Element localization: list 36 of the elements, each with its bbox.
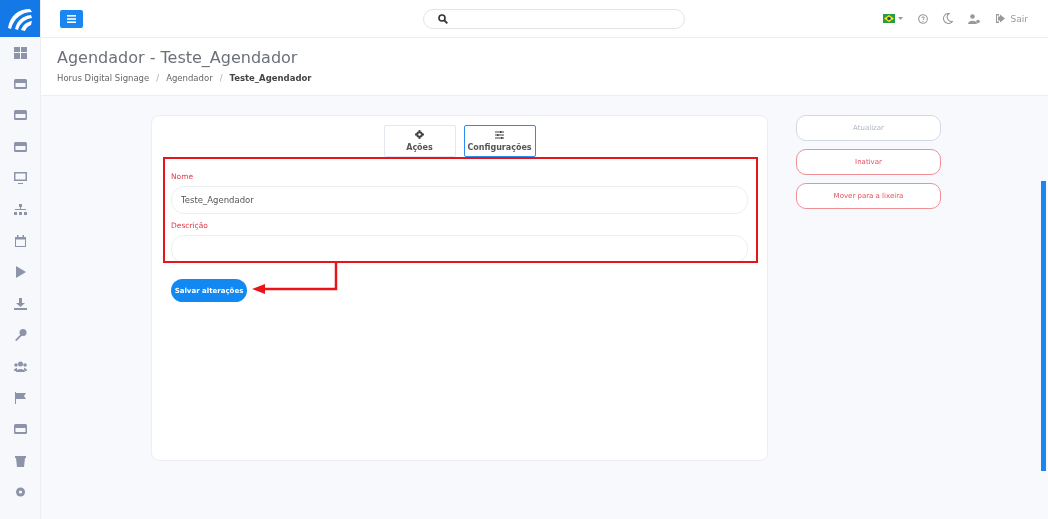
menu-button[interactable]: [60, 9, 83, 28]
caret-icon: [897, 17, 903, 20]
language-dropdown[interactable]: [882, 14, 903, 23]
calendar-icon[interactable]: [13, 235, 27, 248]
tab[interactable]: Ações: [383, 125, 456, 157]
sliders-icon: [495, 130, 504, 139]
menu-icon: [67, 14, 76, 23]
input-field[interactable]: [171, 235, 748, 263]
trash-icon[interactable]: [13, 454, 27, 467]
moon-icon[interactable]: [942, 13, 953, 24]
scrollbar[interactable]: [1041, 181, 1046, 471]
breadcrumb-link[interactable]: Agendador: [166, 73, 213, 83]
logo-icon[interactable]: [0, 0, 40, 37]
drive-icon[interactable]: [13, 423, 27, 436]
tab[interactable]: Configurações: [463, 125, 536, 157]
page-title: Agendador - Teste_Agendador: [57, 48, 299, 67]
breadcrumb-link[interactable]: Horus Digital Signage: [57, 73, 150, 83]
flag-icon: [882, 14, 895, 23]
monitor-icon[interactable]: [13, 172, 27, 185]
breadcrumb-separator: /: [219, 73, 223, 83]
breadcrumb-current: Teste_Agendador: [229, 73, 312, 83]
key-icon[interactable]: [13, 329, 27, 342]
help-icon[interactable]: [917, 13, 928, 24]
grid-icon[interactable]: [13, 46, 27, 59]
users-icon[interactable]: [13, 360, 27, 373]
sitemap-icon[interactable]: [13, 203, 27, 216]
play-icon[interactable]: [13, 266, 27, 279]
input-field[interactable]: Teste_Agendador: [171, 186, 748, 214]
flag-icon[interactable]: [13, 392, 27, 404]
user-settings-icon[interactable]: [967, 13, 980, 24]
tray-icon[interactable]: [13, 109, 27, 122]
download-icon[interactable]: [13, 297, 27, 310]
card-icon[interactable]: [13, 78, 27, 91]
sign-out-icon: [994, 14, 1006, 23]
breadcrumb-separator: /: [156, 73, 160, 83]
search-icon: [438, 13, 448, 24]
